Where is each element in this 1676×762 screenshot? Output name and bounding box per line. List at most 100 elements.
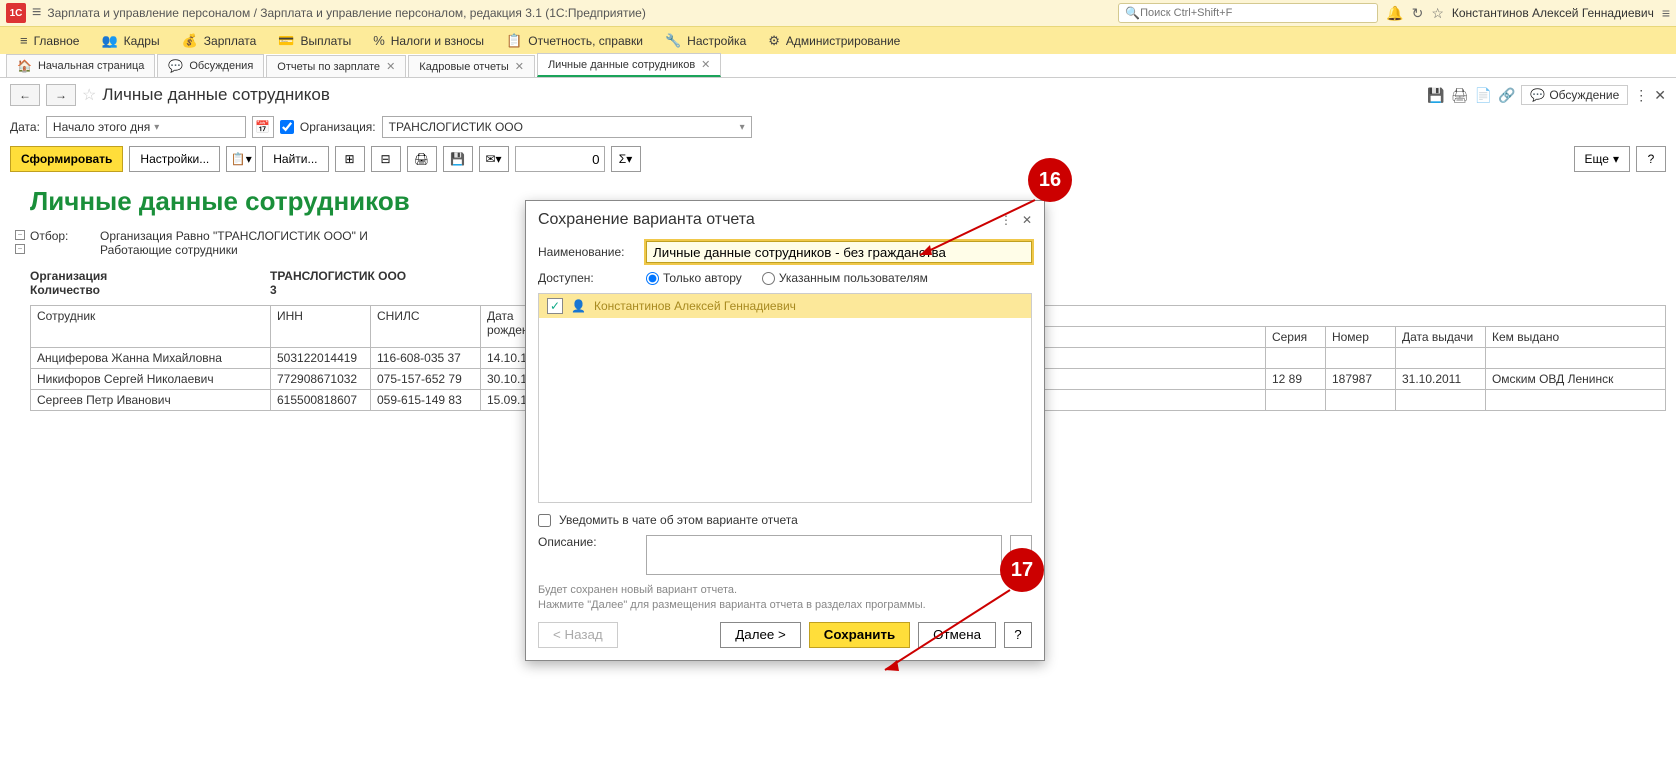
radio-author[interactable]: Только автору: [646, 271, 742, 285]
user-menu-icon[interactable]: ≡: [1662, 5, 1670, 21]
page-title: Личные данные сотрудников: [102, 85, 330, 105]
generate-button[interactable]: Сформировать: [10, 146, 123, 172]
dialog-title: Сохранение варианта отчета: [538, 211, 755, 229]
global-search[interactable]: 🔍: [1118, 3, 1378, 23]
menu-item[interactable]: ≡ Главное: [10, 29, 89, 52]
export-icon[interactable]: 📄: [1475, 87, 1492, 104]
radio-users[interactable]: Указанным пользователям: [762, 271, 928, 285]
tab[interactable]: Личные данные сотрудников ✕: [537, 53, 721, 77]
org-checkbox[interactable]: [280, 120, 294, 134]
menu-item[interactable]: 👥 Кадры: [91, 29, 169, 53]
user-icon: 👤: [571, 299, 586, 313]
tab-icon: 💬: [168, 59, 183, 73]
collapse-icon-button[interactable]: ⊟: [371, 146, 401, 172]
favorite-star-icon[interactable]: ☆: [82, 85, 96, 105]
tab[interactable]: 💬 Обсуждения: [157, 54, 264, 77]
mail-icon-button[interactable]: ✉▾: [479, 146, 509, 172]
org-combo[interactable]: ТРАНСЛОГИСТИК ООО▾: [382, 116, 752, 138]
bell-icon[interactable]: 🔔: [1386, 5, 1403, 22]
search-icon: 🔍: [1125, 6, 1140, 20]
meta-org-value: ТРАНСЛОГИСТИК ООО: [270, 269, 406, 283]
user-checkbox[interactable]: ✓: [547, 298, 563, 314]
nav-forward-button[interactable]: →: [46, 84, 76, 106]
help-button[interactable]: ?: [1636, 146, 1666, 172]
settings-button[interactable]: Настройки...: [129, 146, 220, 172]
meta-org-label: Организация: [30, 269, 270, 283]
save-icon-button[interactable]: 💾: [443, 146, 473, 172]
desc-label: Описание:: [538, 535, 638, 549]
menu-icon: 👥: [101, 33, 117, 49]
menu-item[interactable]: ⚙Администрирование: [758, 29, 910, 53]
report-toolbar: Сформировать Настройки... 📋▾ Найти... ⊞ …: [0, 142, 1676, 176]
filter-line1: Организация Равно "ТРАНСЛОГИСТИК ООО" И: [100, 229, 368, 243]
tab-close-icon[interactable]: ✕: [386, 60, 395, 73]
menu-icon: 💰: [182, 33, 198, 49]
more-button[interactable]: Еще ▾: [1574, 146, 1630, 172]
outline-toggle[interactable]: −: [15, 230, 25, 240]
tab-close-icon[interactable]: ✕: [515, 60, 524, 73]
menu-item[interactable]: 💰 Зарплата: [172, 29, 267, 53]
tab-close-icon[interactable]: ✕: [701, 58, 710, 71]
menu-label: Отчетность, справки: [528, 34, 643, 48]
search-input[interactable]: [1140, 7, 1371, 19]
outline-toggle[interactable]: −: [15, 244, 25, 254]
title-bar: 1C ≡ Зарплата и управление персоналом / …: [0, 0, 1676, 26]
menu-icon: ≡: [20, 33, 28, 48]
th-issued: Дата выдачи: [1395, 327, 1485, 348]
menu-item[interactable]: 💳Выплаты: [268, 29, 361, 53]
menu-label: Налоги и взносы: [391, 34, 484, 48]
menu-icon: 📋: [506, 33, 522, 49]
menu-item[interactable]: 📋 Отчетность, справки: [496, 29, 653, 53]
main-menu: ≡ Главное 👥 Кадры 💰 Зарплата 💳Выплаты%Налоги и…: [0, 26, 1676, 54]
notify-checkbox[interactable]: [538, 514, 551, 527]
menu-label: Главное: [34, 34, 80, 48]
link-icon[interactable]: 🔗: [1498, 87, 1515, 104]
menu-icon: 🔧: [665, 33, 681, 49]
next-button[interactable]: Далее >: [720, 622, 801, 648]
menu-icon: 💳: [278, 33, 294, 49]
user-name: Константинов Алексей Геннадиевич: [594, 299, 796, 313]
username[interactable]: Константинов Алексей Геннадиевич: [1452, 6, 1654, 20]
logo-1c: 1C: [6, 3, 26, 23]
print-icon[interactable]: 🖨: [1451, 87, 1469, 104]
back-button: < Назад: [538, 622, 618, 648]
copy-icon-button[interactable]: 📋▾: [226, 146, 256, 172]
tab-label: Обсуждения: [189, 60, 253, 72]
menu-item[interactable]: 🔧Настройка: [655, 29, 756, 53]
save-icon[interactable]: 💾: [1427, 87, 1444, 104]
meta-count-value: 3: [270, 283, 277, 297]
history-icon[interactable]: ↻: [1412, 5, 1424, 22]
tab-label: Отчеты по зарплате: [277, 61, 380, 73]
nav-back-button[interactable]: ←: [10, 84, 40, 106]
window-title: Зарплата и управление персоналом / Зарпл…: [47, 6, 646, 20]
calendar-icon[interactable]: 📅: [252, 116, 274, 138]
name-label: Наименование:: [538, 245, 638, 259]
notify-label: Уведомить в чате об этом варианте отчета: [559, 513, 798, 527]
discussion-button[interactable]: 💬 Обсуждение: [1521, 85, 1628, 105]
user-row[interactable]: ✓ 👤 Константинов Алексей Геннадиевич: [539, 294, 1031, 318]
burger-icon[interactable]: ≡: [32, 4, 41, 22]
page-header: ← → ☆ Личные данные сотрудников 💾 🖨 📄 🔗 …: [0, 78, 1676, 112]
find-button[interactable]: Найти...: [262, 146, 328, 172]
tab[interactable]: Кадровые отчеты✕: [408, 55, 535, 77]
tab[interactable]: 🏠Начальная страница: [6, 54, 155, 77]
close-icon[interactable]: ✕: [1654, 87, 1666, 104]
meta-count-label: Количество: [30, 283, 270, 297]
menu-label: Кадры: [124, 34, 160, 48]
user-list[interactable]: ✓ 👤 Константинов Алексей Геннадиевич: [538, 293, 1032, 503]
print-icon-button[interactable]: 🖨: [407, 146, 437, 172]
sigma-icon-button[interactable]: Σ▾: [611, 146, 641, 172]
expand-icon-button[interactable]: ⊞: [335, 146, 365, 172]
arrow-17: [875, 585, 1015, 680]
date-label: Дата:: [10, 120, 40, 134]
tab-label: Личные данные сотрудников: [548, 59, 695, 71]
number-input[interactable]: [515, 146, 605, 172]
menu-item[interactable]: %Налоги и взносы: [363, 29, 494, 52]
menu-label: Зарплата: [204, 34, 257, 48]
star-icon[interactable]: ☆: [1431, 5, 1444, 22]
th-issuedby: Кем выдано: [1485, 327, 1665, 348]
more-icon[interactable]: ⋮: [1634, 87, 1648, 104]
date-combo[interactable]: Начало этого дня▾: [46, 116, 246, 138]
desc-input[interactable]: [646, 535, 1002, 575]
tab[interactable]: Отчеты по зарплате ✕: [266, 55, 406, 77]
